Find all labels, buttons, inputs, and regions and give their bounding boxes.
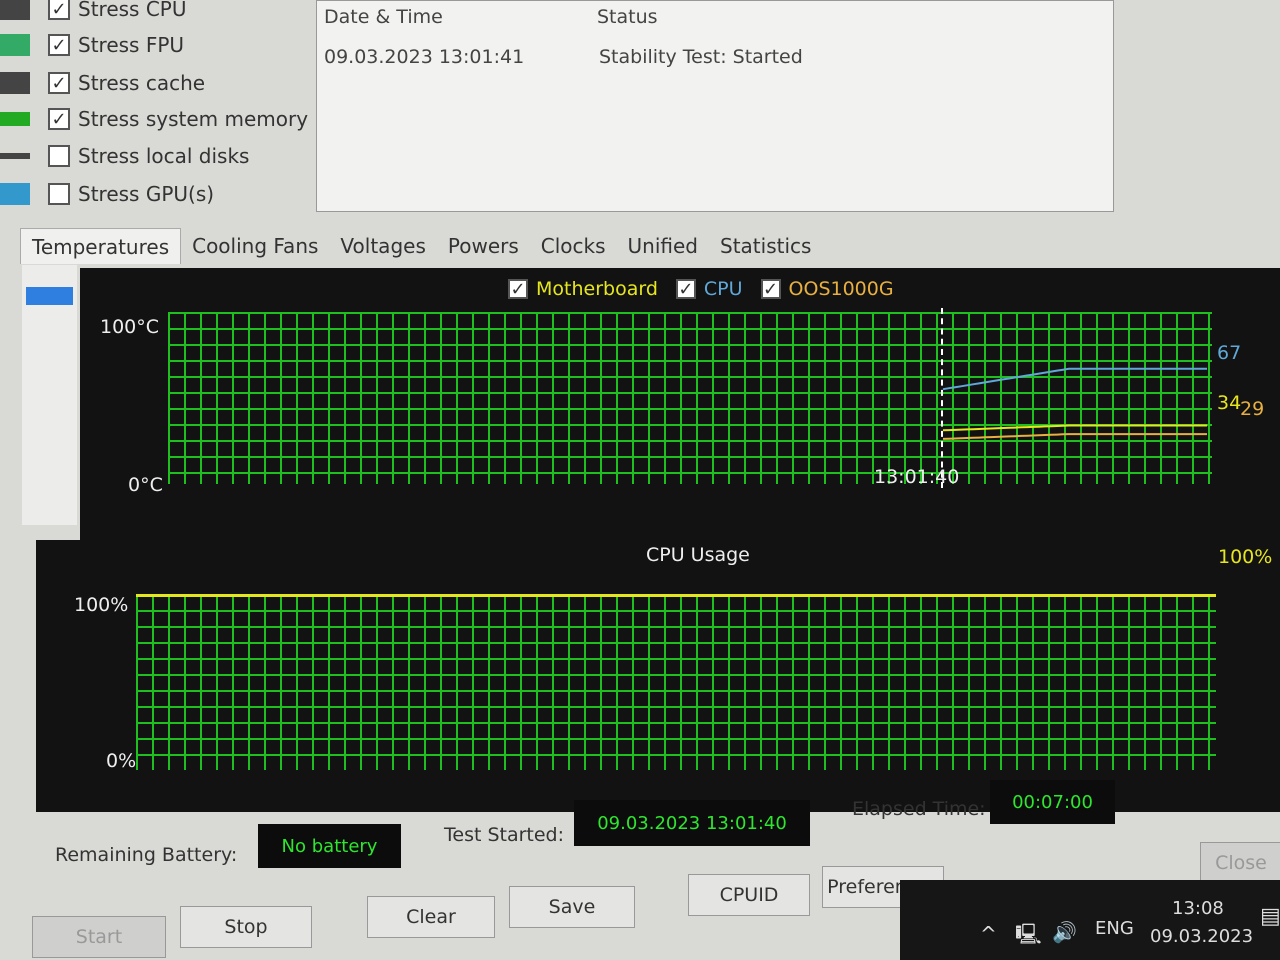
volume-icon[interactable]: 🔊 xyxy=(1052,920,1077,944)
y-min-label: 0% xyxy=(106,750,137,772)
test-started-value: 09.03.2023 13:01:40 xyxy=(574,800,810,846)
tab-temperatures[interactable]: Temperatures xyxy=(20,228,182,264)
cpu-usage-graph: CPU Usage 100% 0% 100% xyxy=(36,540,1280,812)
notifications-icon[interactable]: ▤ xyxy=(1260,904,1280,929)
oos-temp-value: 29 xyxy=(1240,398,1265,420)
cpu-icon xyxy=(0,0,30,20)
tab-bar: Temperatures Cooling Fans Voltages Power… xyxy=(20,228,822,264)
fpu-icon xyxy=(0,34,30,56)
checkbox[interactable]: ✓ xyxy=(48,72,70,94)
option-stress-memory[interactable]: ✓ Stress system memory xyxy=(0,102,308,136)
scroll-thumb[interactable] xyxy=(26,287,73,305)
log-status: Stability Test: Started xyxy=(599,46,803,68)
temperature-graph: ✓ Motherboard ✓ CPU ✓ OOS1000G 100°C 0°C 13… xyxy=(80,268,1280,540)
test-started-label: Test Started: xyxy=(444,824,565,846)
tab-voltages[interactable]: Voltages xyxy=(329,228,436,264)
col-date: Date & Time xyxy=(324,6,443,28)
y-max-label: 100°C xyxy=(100,316,160,338)
checkbox[interactable]: ✓ xyxy=(48,34,70,56)
legend-checkbox[interactable]: ✓ xyxy=(675,279,696,300)
battery-value: No battery xyxy=(258,824,401,868)
temp-lines xyxy=(942,367,1207,440)
elapsed-value: 00:07:00 xyxy=(990,780,1115,824)
checkbox[interactable]: ✓ xyxy=(48,0,70,20)
start-button[interactable]: Start xyxy=(32,916,166,958)
cpu-graph-title: CPU Usage xyxy=(646,544,750,566)
oos-temp-line xyxy=(942,433,1207,440)
gpu-icon xyxy=(0,183,30,205)
cpuid-button[interactable]: CPUID xyxy=(688,874,810,916)
checkbox[interactable] xyxy=(48,145,70,167)
tab-cooling-fans[interactable]: Cooling Fans xyxy=(181,228,329,264)
option-stress-cache[interactable]: ✓ Stress cache xyxy=(0,66,205,100)
option-stress-cpu[interactable]: ✓ Stress CPU xyxy=(0,0,187,26)
time-marker-label: 13:01:40 xyxy=(874,466,960,488)
log-date: 09.03.2023 13:01:41 xyxy=(324,46,525,68)
disk-icon xyxy=(0,153,30,159)
memory-icon xyxy=(0,112,30,126)
checkbox[interactable]: ✓ xyxy=(48,108,70,130)
stop-button[interactable]: Stop xyxy=(180,906,312,948)
tab-clocks[interactable]: Clocks xyxy=(530,228,617,264)
cpu-grid xyxy=(136,594,1216,770)
save-button[interactable]: Save xyxy=(509,886,635,928)
clear-button[interactable]: Clear xyxy=(367,896,495,938)
battery-label: Remaining Battery: xyxy=(55,844,238,866)
col-status: Status xyxy=(597,6,658,28)
cache-icon xyxy=(0,72,30,94)
sensor-scroll[interactable] xyxy=(22,265,77,525)
option-stress-gpu[interactable]: Stress GPU(s) xyxy=(0,177,214,211)
mb-temp-line xyxy=(942,424,1207,432)
option-stress-fpu[interactable]: ✓ Stress FPU xyxy=(0,28,184,62)
elapsed-label: Elapsed Time: xyxy=(852,798,986,820)
checkbox[interactable] xyxy=(48,183,70,205)
graph-legend: ✓ Motherboard ✓ CPU ✓ OOS1000G xyxy=(490,278,894,300)
mb-temp-value: 34 xyxy=(1217,392,1242,414)
cpu-usage-value: 100% xyxy=(1218,546,1273,568)
cpu-usage-line xyxy=(136,594,1216,597)
clock-time[interactable]: 13:08 xyxy=(1172,898,1224,919)
network-icon[interactable]: 🖳 xyxy=(1015,920,1042,954)
y-min-label: 0°C xyxy=(128,474,163,496)
tab-statistics[interactable]: Statistics xyxy=(709,228,822,264)
y-max-label: 100% xyxy=(74,594,129,616)
taskbar: ^ 🖳 🔊 ENG 13:08 09.03.2023 ▤ xyxy=(900,880,1280,960)
chevron-up-icon[interactable]: ^ xyxy=(980,922,997,946)
cpu-temp-line xyxy=(942,367,1207,391)
close-button[interactable]: Close xyxy=(1200,842,1280,884)
option-stress-disks[interactable]: Stress local disks xyxy=(0,139,249,173)
status-log[interactable]: Date & Time Status 09.03.2023 13:01:41 S… xyxy=(316,0,1114,212)
tab-unified[interactable]: Unified xyxy=(617,228,709,264)
tab-powers[interactable]: Powers xyxy=(437,228,530,264)
legend-checkbox[interactable]: ✓ xyxy=(508,279,528,300)
language-indicator[interactable]: ENG xyxy=(1095,918,1134,939)
clock-date[interactable]: 09.03.2023 xyxy=(1150,926,1253,947)
legend-checkbox[interactable]: ✓ xyxy=(760,279,781,300)
cpu-temp-value: 67 xyxy=(1217,342,1242,364)
